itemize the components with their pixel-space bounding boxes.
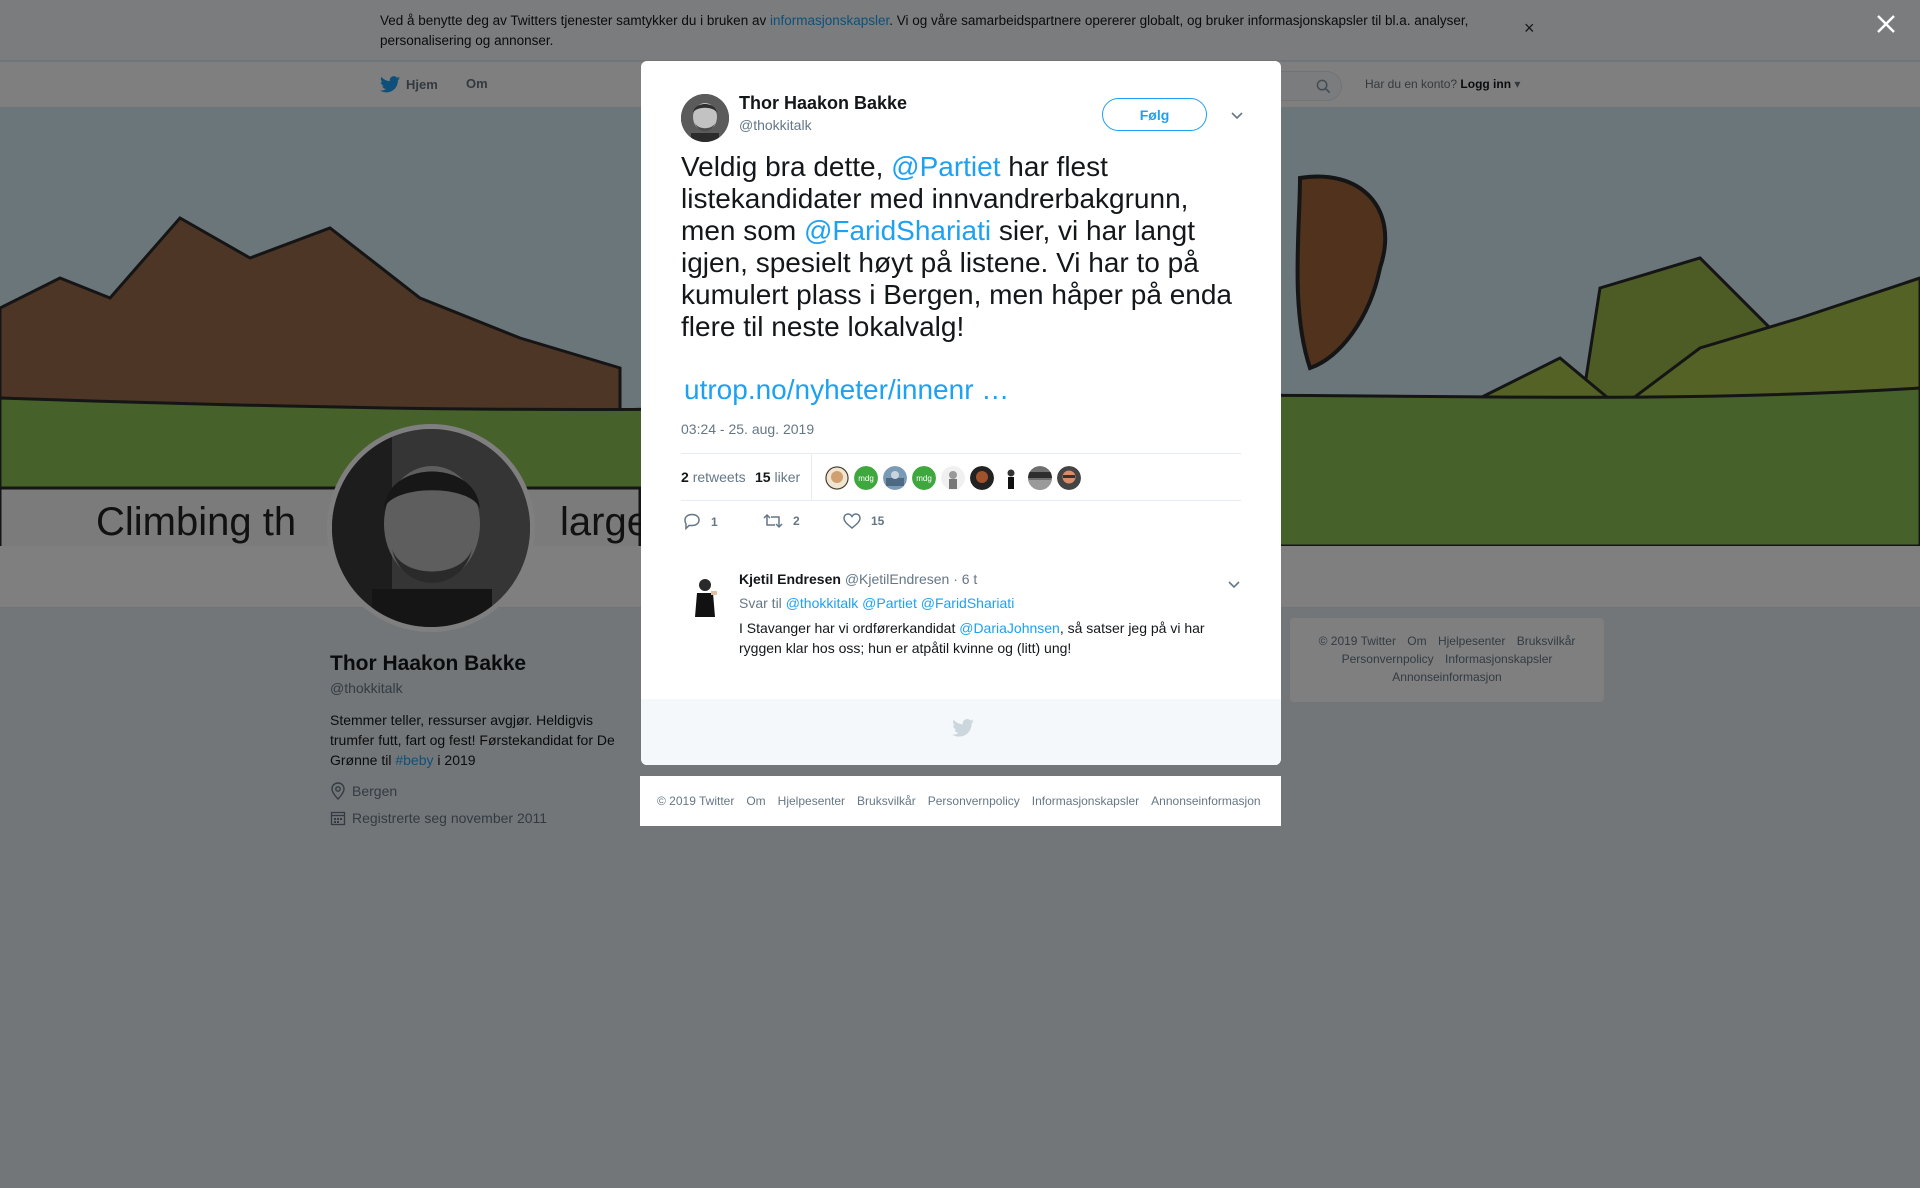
author-avatar-image (681, 94, 729, 142)
reply-author-name[interactable]: Kjetil Endresen (739, 571, 841, 587)
chevron-down-icon[interactable] (1224, 575, 1244, 593)
retweets-count: 2 (681, 469, 689, 485)
footer-link-terms[interactable]: Bruksvilkår (857, 794, 916, 808)
reply-to-partiet-link[interactable]: @Partiet (862, 595, 917, 611)
liker-badge-text: mdg (916, 474, 932, 483)
chevron-down-icon[interactable] (1226, 105, 1248, 125)
liker-avatar[interactable]: mdg (912, 466, 936, 490)
retweets-label: retweets (692, 469, 746, 485)
reply-to-faridshariati-link[interactable]: @FaridShariati (921, 595, 1015, 611)
tweet-stats: 2 retweets 15 liker mdg mdg (681, 453, 1241, 501)
like-count: 15 (871, 514, 885, 528)
tweet-author-avatar[interactable] (681, 94, 729, 142)
retweets-stat[interactable]: 2 retweets (681, 469, 746, 485)
likes-label: liker (774, 469, 801, 485)
follow-button[interactable]: Følg (1102, 98, 1207, 131)
tweet-timestamp[interactable]: 03:24 - 25. aug. 2019 (681, 421, 814, 437)
twitter-bird-icon (952, 719, 974, 737)
reply-to-line: Svar til @thokkitalk @Partiet @FaridShar… (739, 595, 1014, 611)
likes-count: 15 (755, 469, 771, 485)
stats-divider (811, 454, 812, 501)
reply-text: I Stavanger har vi ordførerkandidat @Dar… (739, 618, 1229, 658)
modal-footer (641, 699, 1281, 765)
tweet-author-handle[interactable]: @thokkitalk (739, 117, 812, 133)
like-button[interactable]: 15 (843, 513, 884, 529)
reply-count: 1 (711, 514, 718, 529)
mention-partiet-link[interactable]: @Partiet (891, 151, 1000, 182)
liker-avatar[interactable] (883, 466, 907, 490)
tweet-url-link[interactable]: utrop.no/nyheter/innenr … (684, 374, 1009, 406)
footer-link-about[interactable]: Om (746, 794, 765, 808)
liker-avatar[interactable] (970, 466, 994, 490)
retweet-button[interactable]: 2 (763, 513, 800, 529)
liker-avatar[interactable] (999, 466, 1023, 490)
reply-to-label: Svar til (739, 595, 782, 611)
liker-avatar[interactable] (1057, 466, 1081, 490)
footer-link-ads[interactable]: Annonseinformasjon (1151, 794, 1260, 808)
footer-copyright: © 2019 Twitter (657, 794, 735, 808)
liker-avatar[interactable] (825, 466, 849, 490)
reply-timestamp[interactable]: · 6 t (953, 571, 977, 587)
reply-author-avatar[interactable] (681, 573, 729, 621)
footer-link-privacy[interactable]: Personvernpolicy (928, 794, 1020, 808)
reply-to-thokkitalk-link[interactable]: @thokkitalk (786, 595, 859, 611)
tweet-text: Veldig bra dette, @Partiet har flest lis… (681, 151, 1241, 343)
reply-text-before: I Stavanger har vi ordførerkandidat (739, 620, 960, 636)
reply-author-handle[interactable]: @KjetilEndresen (845, 571, 950, 587)
mention-faridshariati-link[interactable]: @FaridShariati (804, 215, 991, 246)
liker-badge-text: mdg (858, 474, 874, 483)
heart-icon (843, 513, 861, 529)
liker-avatar[interactable] (1028, 466, 1052, 490)
tweet-modal: Thor Haakon Bakke @thokkitalk Følg Veldi… (641, 61, 1281, 765)
footer-link-help[interactable]: Hjelpesenter (778, 794, 845, 808)
modal-bottom-footer: © 2019 Twitter Om Hjelpesenter Bruksvilk… (640, 776, 1281, 826)
close-modal-icon[interactable] (1872, 10, 1900, 38)
retweet-count: 2 (793, 514, 800, 528)
reply-header: Kjetil Endresen @KjetilEndresen · 6 t (739, 571, 977, 587)
tweet-author-name[interactable]: Thor Haakon Bakke (739, 93, 907, 114)
tweet-text-part-1: Veldig bra dette, (681, 151, 892, 182)
reply-icon (684, 513, 700, 530)
mention-dariajohnsen-link[interactable]: @DariaJohnsen (959, 620, 1060, 636)
reply-button[interactable]: 1 (683, 513, 718, 530)
retweet-icon (763, 513, 783, 529)
reply-avatar-image (681, 573, 729, 621)
liker-avatar[interactable] (941, 466, 965, 490)
likes-stat[interactable]: 15 liker (755, 469, 800, 485)
footer-link-cookies[interactable]: Informasjonskapsler (1032, 794, 1139, 808)
liker-avatar[interactable]: mdg (854, 466, 878, 490)
